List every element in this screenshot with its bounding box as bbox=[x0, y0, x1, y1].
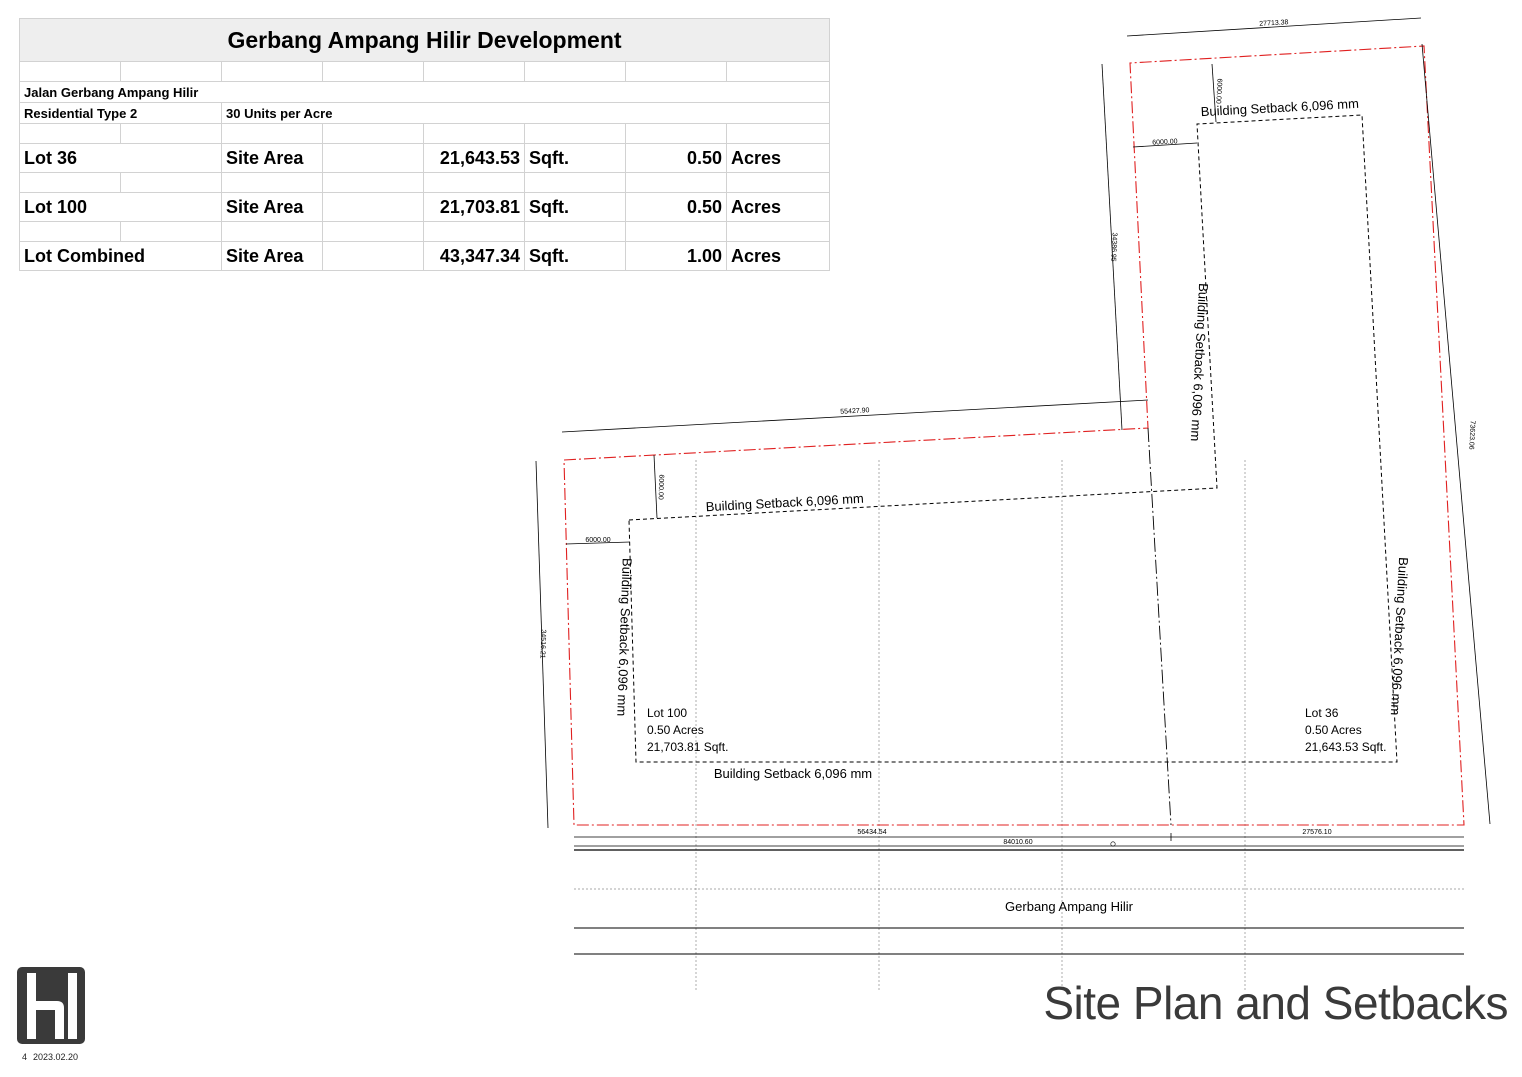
dim-setback-small: 6000.00 bbox=[585, 537, 610, 544]
setback-label-lot36-top: Building Setback 6,096 mm bbox=[1200, 96, 1359, 119]
dim-bottom-right: 27576.10 bbox=[1302, 829, 1331, 836]
site-plan-drawing: Gerbang Ampang Hilir 27713.38 73623.06 3… bbox=[535, 17, 1491, 992]
road-name-label: Gerbang Ampang Hilir bbox=[1005, 899, 1134, 914]
dim-upper-left-vertical: 34386.95 bbox=[1109, 232, 1118, 262]
dim-bottom-left: 56434.54 bbox=[857, 829, 886, 836]
lot100-name: Lot 100 bbox=[647, 706, 687, 720]
lot100-acres: 0.50 Acres bbox=[647, 723, 704, 737]
sheet-title: Site Plan and Setbacks bbox=[1043, 977, 1508, 1029]
setback-label-right: Building Setback 6,096 mm bbox=[1388, 557, 1411, 716]
setback-label-left: Building Setback 6,096 mm bbox=[614, 558, 635, 717]
sheet-footer: 4 2023.02.20 bbox=[22, 1052, 84, 1062]
dim-setback-small: 6000.00 bbox=[1214, 78, 1222, 104]
lot-division-line bbox=[1147, 427, 1172, 826]
company-logo-icon bbox=[17, 967, 85, 1044]
lot36-name: Lot 36 bbox=[1305, 706, 1339, 720]
dim-bottom-total: 84010.60 bbox=[1003, 839, 1032, 846]
page-number: 4 bbox=[22, 1052, 28, 1062]
dim-setback-small: 6000.00 bbox=[657, 474, 665, 500]
dimension-lines bbox=[535, 17, 1491, 847]
building-setback-line bbox=[628, 114, 1398, 763]
reference-point-icon bbox=[1110, 841, 1116, 847]
setback-label-lot100-top: Building Setback 6,096 mm bbox=[705, 491, 864, 515]
setback-label-inner: Building Setback 6,096 mm bbox=[1188, 283, 1211, 442]
dim-left-vertical: 34516.21 bbox=[538, 629, 546, 659]
lot36-acres: 0.50 Acres bbox=[1305, 723, 1362, 737]
sheet-date: 2023.02.20 bbox=[33, 1052, 79, 1062]
dim-setback-small: 6000.00 bbox=[1152, 138, 1178, 146]
setback-label-bottom: Building Setback 6,096 mm bbox=[714, 766, 872, 781]
lot36-sqft: 21,643.53 Sqft. bbox=[1305, 740, 1386, 754]
dim-left-horizontal: 55427.90 bbox=[840, 407, 870, 416]
dim-right-vertical: 73623.06 bbox=[1467, 420, 1476, 450]
lot100-sqft: 21,703.81 Sqft. bbox=[647, 740, 728, 754]
grid-lines bbox=[695, 460, 1246, 992]
